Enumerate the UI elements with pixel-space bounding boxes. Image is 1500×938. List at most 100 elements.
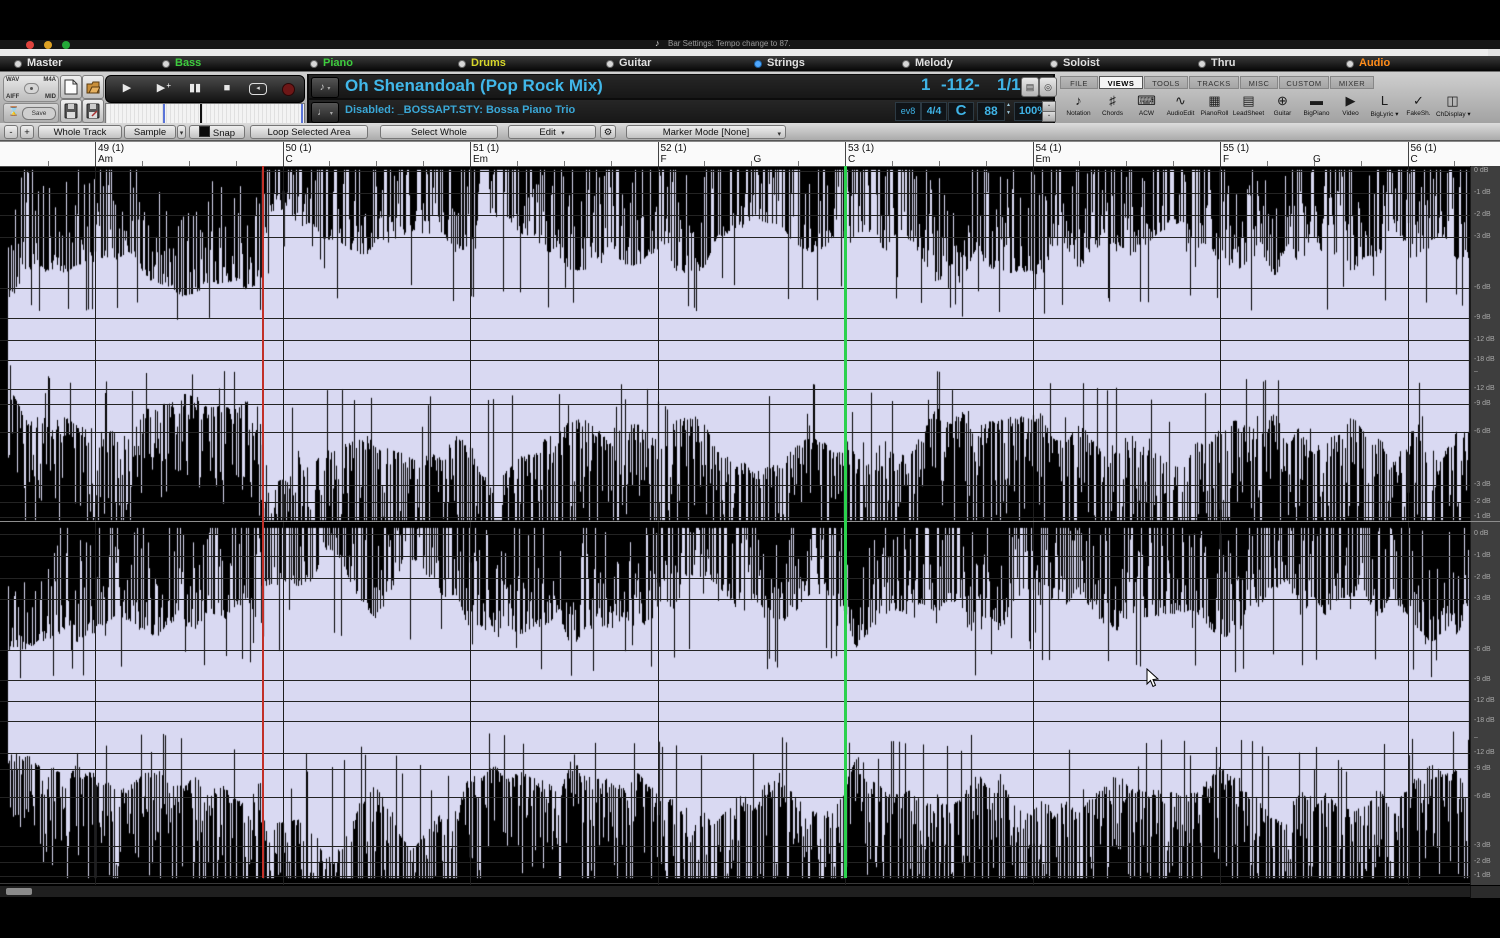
key-display[interactable]: C: [948, 102, 974, 121]
edit-menu-button[interactable]: Edit ▾: [508, 125, 596, 139]
ribbon-button-chords[interactable]: ♯Chords: [1096, 90, 1129, 123]
record-button[interactable]: [274, 79, 300, 98]
snap-checkbox[interactable]: [199, 126, 210, 137]
song-length-display[interactable]: -112-: [941, 75, 980, 95]
bar-chord-ruler[interactable]: 49 (1)Am50 (1)C51 (1)Em52 (1)FG53 (1)C54…: [0, 141, 1500, 166]
ribbon-button-bigpiano[interactable]: ▬BigPiano: [1300, 90, 1333, 123]
track-radio-icon[interactable]: [606, 60, 614, 68]
ribbon-button-acw[interactable]: ⌨ACW: [1130, 90, 1163, 123]
track-button-piano[interactable]: Piano: [310, 56, 353, 71]
settings-gear-button[interactable]: ⚙: [600, 125, 616, 139]
tab-views[interactable]: VIEWS: [1099, 76, 1143, 89]
track-radio-icon[interactable]: [902, 60, 910, 68]
playback-position-marker[interactable]: [844, 166, 847, 878]
tab-mixer[interactable]: MIXER: [1330, 76, 1374, 89]
format-mid-label[interactable]: MID: [45, 94, 56, 100]
tab-custom[interactable]: CUSTOM: [1279, 76, 1329, 89]
snap-toggle[interactable]: Snap: [189, 125, 245, 139]
track-radio-icon[interactable]: [1198, 60, 1206, 68]
tab-misc[interactable]: MISC: [1240, 76, 1278, 89]
play-from-button[interactable]: ▶+: [148, 79, 174, 98]
track-button-strings[interactable]: Strings: [754, 56, 805, 71]
chorus-display[interactable]: 1/1: [997, 75, 1021, 95]
new-song-button[interactable]: [60, 75, 82, 99]
db-scale-label: –: [1474, 368, 1478, 375]
ribbon-button-guitar[interactable]: ⊕Guitar: [1266, 90, 1299, 123]
track-radio-icon[interactable]: [162, 60, 170, 68]
ribbon-button-audioedit[interactable]: ∿AudioEdit: [1164, 90, 1197, 123]
song-position-strip[interactable]: [105, 103, 305, 124]
tab-tracks[interactable]: TRACKS: [1189, 76, 1239, 89]
feel-display[interactable]: ev8: [895, 102, 921, 121]
play-button[interactable]: ▶: [114, 79, 140, 98]
close-window-icon[interactable]: [26, 41, 34, 49]
track-radio-icon[interactable]: [1346, 60, 1354, 68]
zoom-in-button[interactable]: +: [20, 125, 34, 139]
track-radio-icon[interactable]: [754, 60, 762, 68]
track-button-drums[interactable]: Drums: [458, 56, 506, 71]
ribbon-button-pianoroll[interactable]: ▦PianoRoll: [1198, 90, 1231, 123]
tempo-down-icon[interactable]: ▼: [1006, 111, 1011, 116]
format-m4a-label[interactable]: M4A: [43, 77, 56, 83]
style-name[interactable]: Disabled: _BOSSAPT.STY: Bossa Piano Trio: [345, 104, 575, 116]
loop-toggle-button[interactable]: ◎: [1039, 77, 1057, 97]
save-song-button[interactable]: [60, 99, 82, 123]
song-title[interactable]: Oh Shenandoah (Pop Rock Mix): [345, 76, 603, 96]
waveform-display[interactable]: [0, 166, 1470, 885]
time-signature-display[interactable]: 4/4: [921, 102, 947, 121]
track-label: Master: [27, 56, 62, 71]
scrollbar-thumb[interactable]: [6, 888, 32, 895]
save-pill-button[interactable]: Save: [22, 107, 56, 120]
track-radio-icon[interactable]: [14, 60, 22, 68]
ribbon-button-leadsheet[interactable]: ▤LeadSheet: [1232, 90, 1265, 123]
tab-tools[interactable]: TOOLS: [1144, 76, 1188, 89]
horizontal-scrollbar[interactable]: [0, 885, 1500, 897]
track-button-melody[interactable]: Melody: [902, 56, 953, 71]
track-button-master[interactable]: Master: [14, 56, 62, 71]
tempo-display[interactable]: 88: [977, 102, 1005, 121]
bar-number: 56 (1): [1411, 143, 1437, 154]
zoom-window-icon[interactable]: [62, 41, 70, 49]
select-whole-button[interactable]: Select Whole: [380, 125, 498, 139]
track-button-guitar[interactable]: Guitar: [606, 56, 651, 71]
loop-start-marker[interactable]: [262, 166, 264, 878]
sample-button[interactable]: Sample: [124, 125, 176, 139]
volume-down-button[interactable]: ▪: [1042, 111, 1056, 122]
zoom-out-button[interactable]: -: [4, 125, 18, 139]
copy-song-button[interactable]: ▤: [1021, 77, 1039, 97]
ribbon-button-chdisplay[interactable]: ◫ChDisplay ▾: [1436, 90, 1469, 123]
db-scale-label: -9 dB: [1474, 765, 1491, 772]
save-as-button[interactable]: [82, 99, 104, 123]
marker-mode-dropdown[interactable]: Marker Mode [None]▾: [626, 125, 786, 139]
format-selector-knob[interactable]: [24, 83, 39, 94]
ribbon-button-fakesh[interactable]: ✓FakeSh.: [1402, 90, 1435, 123]
track-radio-icon[interactable]: [458, 60, 466, 68]
minimize-window-icon[interactable]: [44, 41, 52, 49]
song-title-menu-button[interactable]: ♪ ▾: [311, 77, 339, 98]
format-aiff-label[interactable]: AIFF: [6, 94, 19, 100]
pause-button[interactable]: ▮▮: [182, 79, 208, 98]
ribbon-button-video[interactable]: ▶Video: [1334, 90, 1367, 123]
jump-to-bar-button[interactable]: ◂: [244, 79, 270, 98]
loop-selected-area-button[interactable]: Loop Selected Area: [250, 125, 368, 139]
track-button-bass[interactable]: Bass: [162, 56, 201, 71]
open-song-button[interactable]: [82, 75, 104, 99]
ribbon-button-biglyric[interactable]: LBigLyric ▾: [1368, 90, 1401, 123]
position-cursor: [200, 104, 202, 123]
song-title-row: ♪ ▾ Oh Shenandoah (Pop Rock Mix) 1 -112-…: [309, 75, 1053, 98]
format-wav-label[interactable]: WAV: [6, 77, 19, 83]
track-radio-icon[interactable]: [310, 60, 318, 68]
track-radio-icon[interactable]: [1050, 60, 1058, 68]
track-button-audio[interactable]: Audio: [1346, 56, 1390, 71]
style-menu-button[interactable]: ♩ ▾: [311, 102, 339, 123]
tempo-up-icon[interactable]: ▲: [1006, 103, 1011, 108]
sample-dropdown-button[interactable]: ▾: [177, 125, 186, 139]
track-button-thru[interactable]: Thru: [1198, 56, 1235, 71]
track-button-soloist[interactable]: Soloist: [1050, 56, 1100, 71]
ribbon-button-notation[interactable]: ♪Notation: [1062, 90, 1095, 123]
audio-format-pad[interactable]: WAV M4A AIFF MID: [3, 75, 59, 102]
current-bar-display[interactable]: 1: [921, 75, 930, 95]
whole-track-button[interactable]: Whole Track: [38, 125, 122, 139]
tab-file[interactable]: FILE: [1060, 76, 1098, 89]
stop-button[interactable]: ■: [214, 79, 240, 98]
